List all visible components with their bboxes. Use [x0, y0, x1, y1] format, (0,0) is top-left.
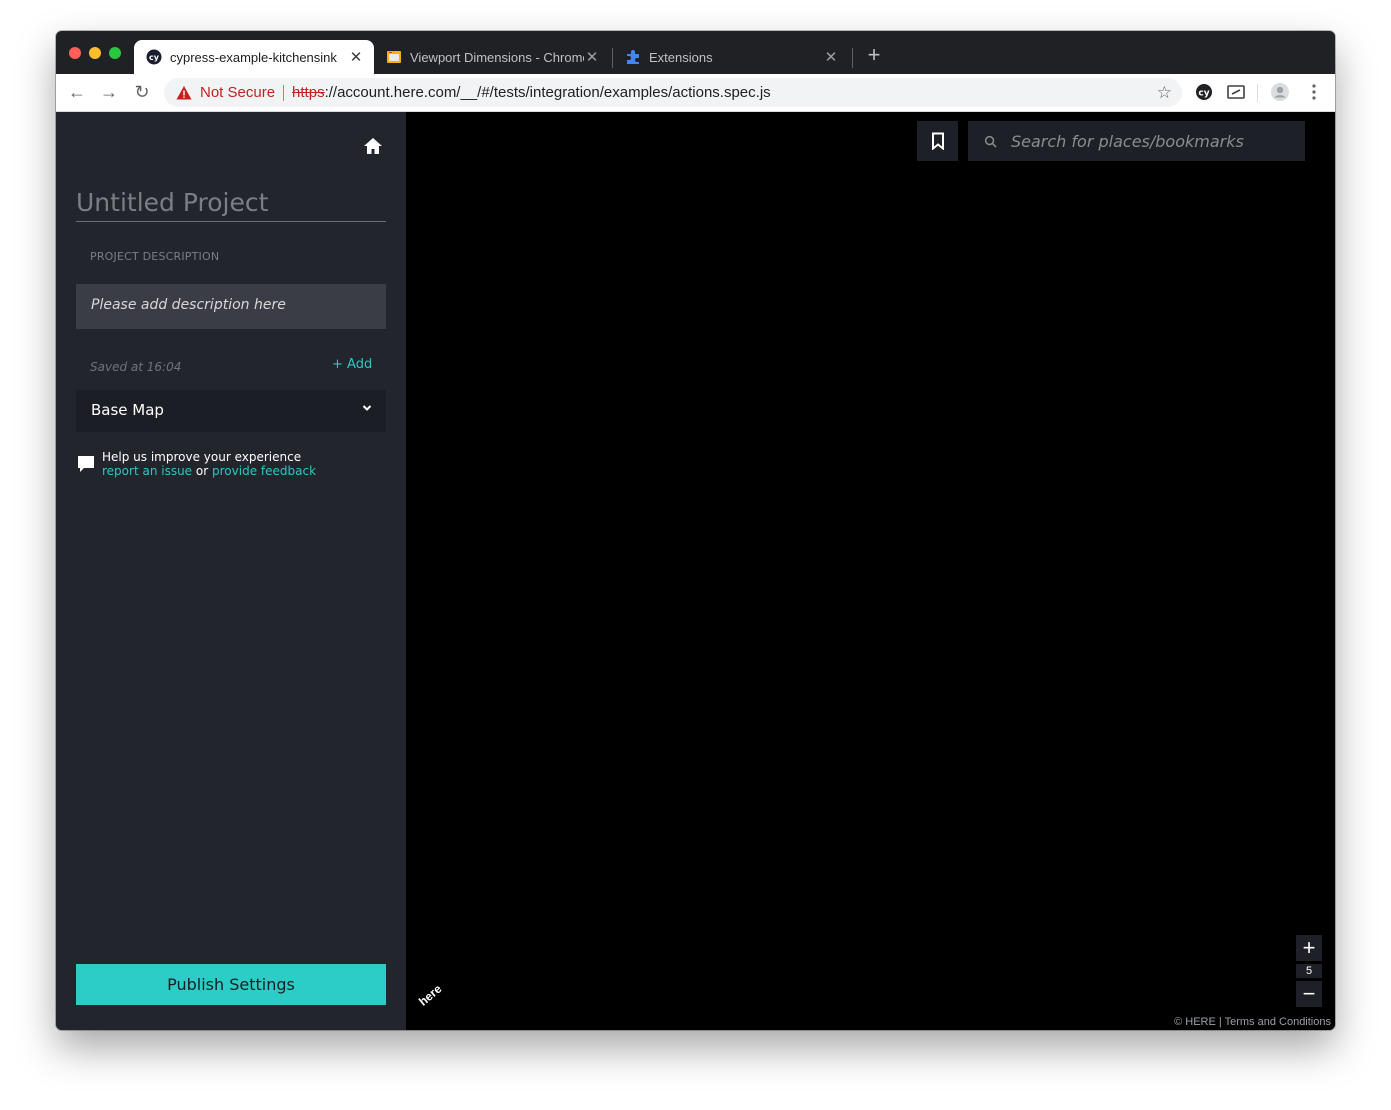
- tab-cypress-kitchensink[interactable]: cy cypress-example-kitchensink ✕: [134, 40, 374, 74]
- close-icon[interactable]: ✕: [823, 48, 839, 66]
- window-maximize-button[interactable]: [109, 47, 121, 59]
- copyright-terms[interactable]: © HERE | Terms and Conditions: [1174, 1016, 1331, 1028]
- chevron-down-icon: [362, 405, 372, 411]
- tab-title: cypress-example-kitchensink: [170, 49, 337, 65]
- zoom-in-button[interactable]: +: [1296, 935, 1322, 961]
- bookmark-star-icon[interactable]: ☆: [1157, 83, 1172, 103]
- address-bar[interactable]: Not Secure https://account.here.com/__/#…: [164, 78, 1182, 107]
- tab-strip: cy cypress-example-kitchensink ✕ Viewpor…: [56, 31, 1335, 74]
- tab-divider: [852, 48, 853, 68]
- close-icon[interactable]: ✕: [348, 48, 364, 66]
- report-issue-link[interactable]: report an issue: [102, 464, 192, 478]
- base-map-label: Base Map: [91, 401, 164, 419]
- map-canvas[interactable]: Search for places/bookmarks + 5 − here ©…: [406, 112, 1335, 1030]
- description-label: PROJECT DESCRIPTION: [90, 250, 220, 263]
- svg-text:cy: cy: [149, 53, 160, 62]
- here-logo: here: [416, 981, 445, 1009]
- description-input[interactable]: Please add description here: [76, 284, 386, 329]
- viewport-extension-icon[interactable]: [1226, 82, 1246, 102]
- or-text: or: [195, 464, 209, 478]
- cypress-icon: cy: [146, 49, 162, 65]
- svg-text:cy: cy: [1198, 89, 1209, 99]
- project-sidebar: Untitled Project PROJECT DESCRIPTION Ple…: [56, 112, 406, 1030]
- tab-viewport-dimensions[interactable]: Viewport Dimensions - Chrome ✕: [374, 40, 610, 74]
- cypress-extension-icon[interactable]: cy: [1194, 82, 1214, 102]
- base-map-select[interactable]: Base Map: [76, 390, 386, 432]
- security-status[interactable]: Not Secure: [200, 84, 275, 101]
- tab-title: Extensions: [649, 49, 713, 65]
- reload-icon[interactable]: ↻: [131, 81, 153, 103]
- puzzle-icon: [625, 49, 641, 65]
- tab-extensions[interactable]: Extensions ✕: [613, 40, 849, 74]
- add-layer-button[interactable]: + Add: [332, 357, 372, 372]
- forward-arrow-icon[interactable]: →: [98, 81, 120, 103]
- new-tab-button[interactable]: +: [862, 43, 886, 67]
- close-icon[interactable]: ✕: [584, 48, 600, 66]
- browser-window: cy cypress-example-kitchensink ✕ Viewpor…: [56, 31, 1335, 1030]
- bookmarks-button[interactable]: [917, 121, 958, 161]
- chat-bubble-icon: [78, 456, 94, 472]
- saved-status: Saved at 16:04: [90, 360, 182, 374]
- search-icon: [984, 135, 997, 148]
- project-title-input[interactable]: Untitled Project: [76, 188, 386, 222]
- url-scheme: https: [292, 84, 325, 101]
- url-path: ://account.here.com/__/#/tests/integrati…: [324, 84, 771, 101]
- publish-settings-button[interactable]: Publish Settings: [76, 964, 386, 1005]
- bookmark-icon: [931, 132, 944, 150]
- feedback-section: Help us improve your experience report a…: [76, 450, 396, 478]
- zoom-out-button[interactable]: −: [1296, 981, 1322, 1007]
- address-divider: [283, 84, 285, 101]
- warning-icon: [176, 85, 192, 99]
- window-close-button[interactable]: [69, 47, 81, 59]
- more-menu-icon[interactable]: [1304, 82, 1324, 102]
- toolbar-divider: [1257, 84, 1258, 102]
- feedback-heading: Help us improve your experience: [102, 450, 302, 464]
- profile-avatar-icon[interactable]: [1270, 82, 1290, 102]
- home-icon[interactable]: [363, 136, 383, 156]
- zoom-level: 5: [1296, 964, 1322, 978]
- browser-toolbar: ← → ↻ Not Secure https://account.here.co…: [56, 74, 1335, 112]
- search-placeholder: Search for places/bookmarks: [1011, 131, 1244, 151]
- back-arrow-icon[interactable]: ←: [66, 81, 88, 103]
- provide-feedback-link[interactable]: provide feedback: [212, 464, 316, 478]
- tab-title: Viewport Dimensions - Chrome: [410, 49, 584, 65]
- viewport-icon: [386, 49, 402, 65]
- map-search-input[interactable]: Search for places/bookmarks: [968, 121, 1305, 161]
- window-minimize-button[interactable]: [89, 47, 101, 59]
